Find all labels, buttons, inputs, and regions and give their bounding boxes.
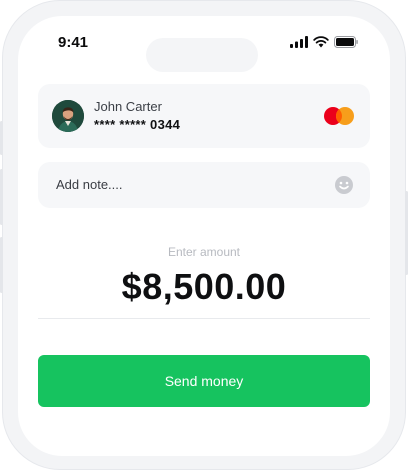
card-number: **** ***** 0344 bbox=[94, 117, 181, 132]
phone-screen: 9:41 John Carter **** ***** 0344 Add not… bbox=[18, 16, 390, 456]
phone-side-button bbox=[0, 121, 3, 155]
send-money-button[interactable]: Send money bbox=[38, 355, 370, 407]
smile-icon[interactable] bbox=[334, 175, 354, 195]
amount-value[interactable]: $8,500.00 bbox=[18, 266, 390, 308]
battery-icon bbox=[334, 36, 358, 48]
phone-side-button bbox=[0, 237, 3, 293]
recipient-card[interactable]: John Carter **** ***** 0344 bbox=[38, 84, 370, 148]
dynamic-island bbox=[146, 38, 258, 72]
amount-label: Enter amount bbox=[167, 245, 241, 259]
recipient-name: John Carter bbox=[94, 99, 162, 114]
status-time: 9:41 bbox=[58, 34, 89, 51]
wifi-icon bbox=[313, 36, 329, 48]
mastercard-logo bbox=[324, 107, 354, 125]
phone-side-button bbox=[0, 169, 3, 225]
note-placeholder: Add note.... bbox=[56, 177, 123, 192]
avatar bbox=[52, 100, 84, 132]
amount-divider bbox=[38, 318, 370, 319]
note-field[interactable]: Add note.... bbox=[38, 162, 370, 208]
status-icons bbox=[290, 36, 358, 48]
signal-icon bbox=[290, 36, 308, 48]
